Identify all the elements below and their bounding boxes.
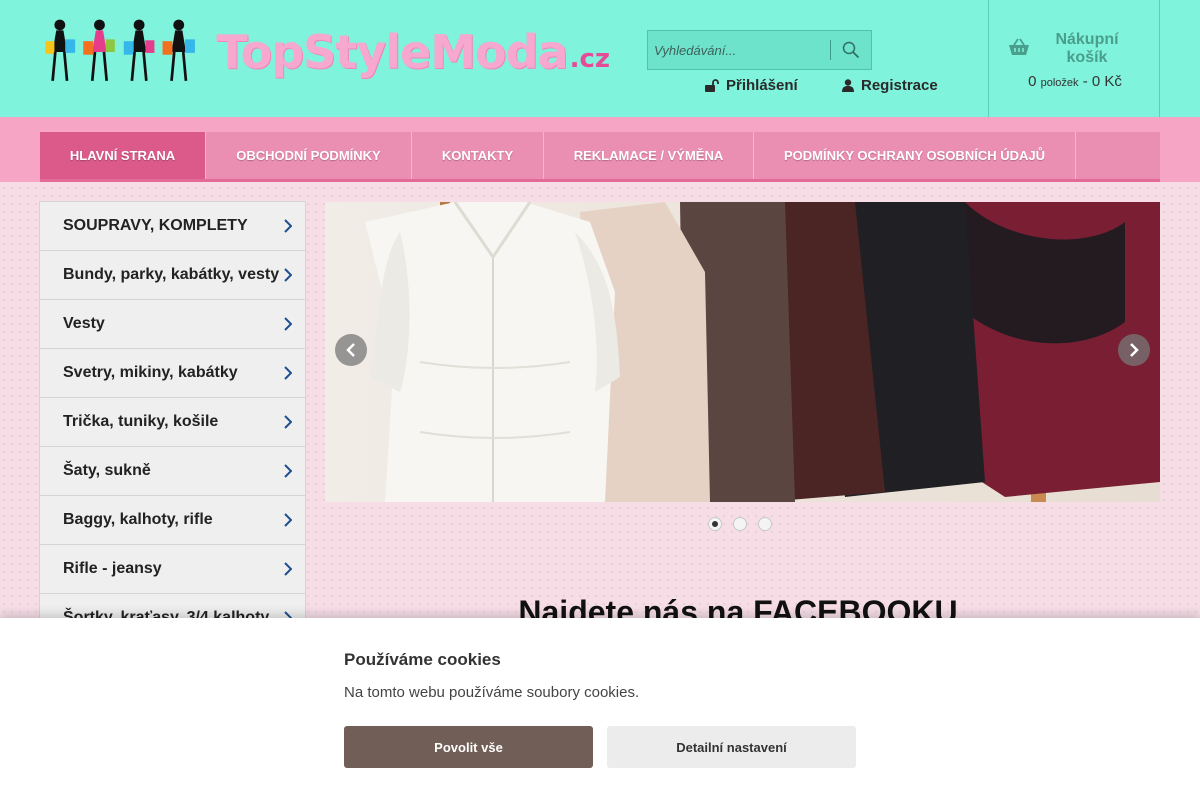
category-item[interactable]: SOUPRAVY, KOMPLETY: [40, 202, 305, 251]
cart-count-unit: položek: [1040, 77, 1079, 89]
category-item[interactable]: Šortky, kraťasy, 3/4 kalhoty: [40, 594, 305, 620]
cookie-title: Používáme cookies: [344, 650, 501, 669]
category-item[interactable]: Rifle - jeansy: [40, 545, 305, 594]
allow-all-cookies-button[interactable]: Povolit vše: [344, 726, 593, 768]
chevron-right-icon: [1130, 343, 1139, 357]
login-link[interactable]: Přihlášení: [705, 77, 798, 94]
category-item[interactable]: Šaty, sukně: [40, 447, 305, 496]
category-label: Rifle - jeansy: [63, 560, 162, 577]
chevron-right-icon: [284, 464, 292, 478]
search-button[interactable]: [831, 31, 871, 69]
nav-item-contacts[interactable]: KONTAKTY: [412, 132, 544, 179]
chevron-right-icon: [284, 219, 292, 233]
login-label: Přihlášení: [726, 77, 798, 94]
category-item[interactable]: Baggy, kalhoty, rifle: [40, 496, 305, 545]
site-logo[interactable]: TopStyleModa .cz: [40, 12, 610, 92]
cart-separator: -: [1082, 73, 1088, 90]
cart-total: 0 Kč: [1091, 73, 1122, 90]
category-label: Vesty: [63, 315, 105, 332]
chevron-left-icon: [346, 343, 355, 357]
shopping-cart[interactable]: Nákupní košík 0 položek - 0 Kč: [988, 0, 1160, 117]
slide-image-puffer-vests: [325, 202, 1160, 502]
logo-tld: .cz: [569, 44, 610, 74]
nav-item-returns[interactable]: REKLAMACE / VÝMĚNA: [544, 132, 754, 179]
register-link[interactable]: Registrace: [842, 77, 938, 94]
chevron-right-icon: [284, 366, 292, 380]
chevron-right-icon: [284, 268, 292, 282]
category-item[interactable]: Bundy, parky, kabátky, vesty: [40, 251, 305, 300]
nav-item-privacy[interactable]: PODMÍNKY OCHRANY OSOBNÍCH ÚDAJŮ: [754, 132, 1076, 179]
slider-prev-button[interactable]: [335, 334, 367, 366]
slider-pagination: [708, 517, 772, 531]
logo-text: TopStyleModa: [216, 25, 568, 79]
chevron-right-icon: [284, 562, 292, 576]
cart-count: 0: [1028, 73, 1037, 90]
unlock-icon: [705, 79, 719, 92]
slider-dot[interactable]: [708, 517, 722, 531]
search-input[interactable]: [648, 31, 830, 69]
banner-slider[interactable]: [325, 202, 1160, 502]
cookie-text: Na tomto webu používáme soubory cookies.: [344, 684, 640, 701]
slider-next-button[interactable]: [1118, 334, 1150, 366]
site-header: TopStyleModa .cz Přihlášení Registrace: [0, 0, 1200, 117]
slider-dot[interactable]: [758, 517, 772, 531]
nav-item-terms[interactable]: OBCHODNÍ PODMÍNKY: [206, 132, 412, 179]
category-label: Bundy, parky, kabátky, vesty: [63, 266, 280, 283]
search-icon: [842, 41, 860, 59]
category-sidebar: SOUPRAVY, KOMPLETY Bundy, parky, kabátky…: [39, 201, 306, 621]
cart-title: Nákupní košík: [1055, 31, 1119, 66]
chevron-right-icon: [284, 513, 292, 527]
search-box: [647, 30, 872, 70]
slider-dot[interactable]: [733, 517, 747, 531]
user-icon: [842, 79, 854, 92]
cookie-settings-button[interactable]: Detailní nastavení: [607, 726, 856, 768]
shopping-girls-logo-icon: [45, 19, 195, 81]
nav-item-home[interactable]: HLAVNÍ STRANA: [40, 132, 206, 179]
category-label: SOUPRAVY, KOMPLETY: [63, 217, 248, 234]
category-label: Svetry, mikiny, kabátky: [63, 364, 238, 381]
main-navigation: HLAVNÍ STRANA OBCHODNÍ PODMÍNKY KONTAKTY…: [40, 132, 1160, 182]
category-label: Šaty, sukně: [63, 462, 151, 479]
category-label: Trička, tuniky, košile: [63, 413, 219, 430]
category-label: Baggy, kalhoty, rifle: [63, 511, 213, 528]
category-item[interactable]: Trička, tuniky, košile: [40, 398, 305, 447]
cookie-banner: Používáme cookies Na tomto webu používám…: [0, 618, 1200, 800]
cart-summary: 0 položek - 0 Kč: [989, 73, 1161, 90]
chevron-right-icon: [284, 415, 292, 429]
register-label: Registrace: [861, 77, 938, 94]
category-item[interactable]: Svetry, mikiny, kabátky: [40, 349, 305, 398]
basket-icon: [1009, 38, 1029, 55]
category-item[interactable]: Vesty: [40, 300, 305, 349]
chevron-right-icon: [284, 317, 292, 331]
